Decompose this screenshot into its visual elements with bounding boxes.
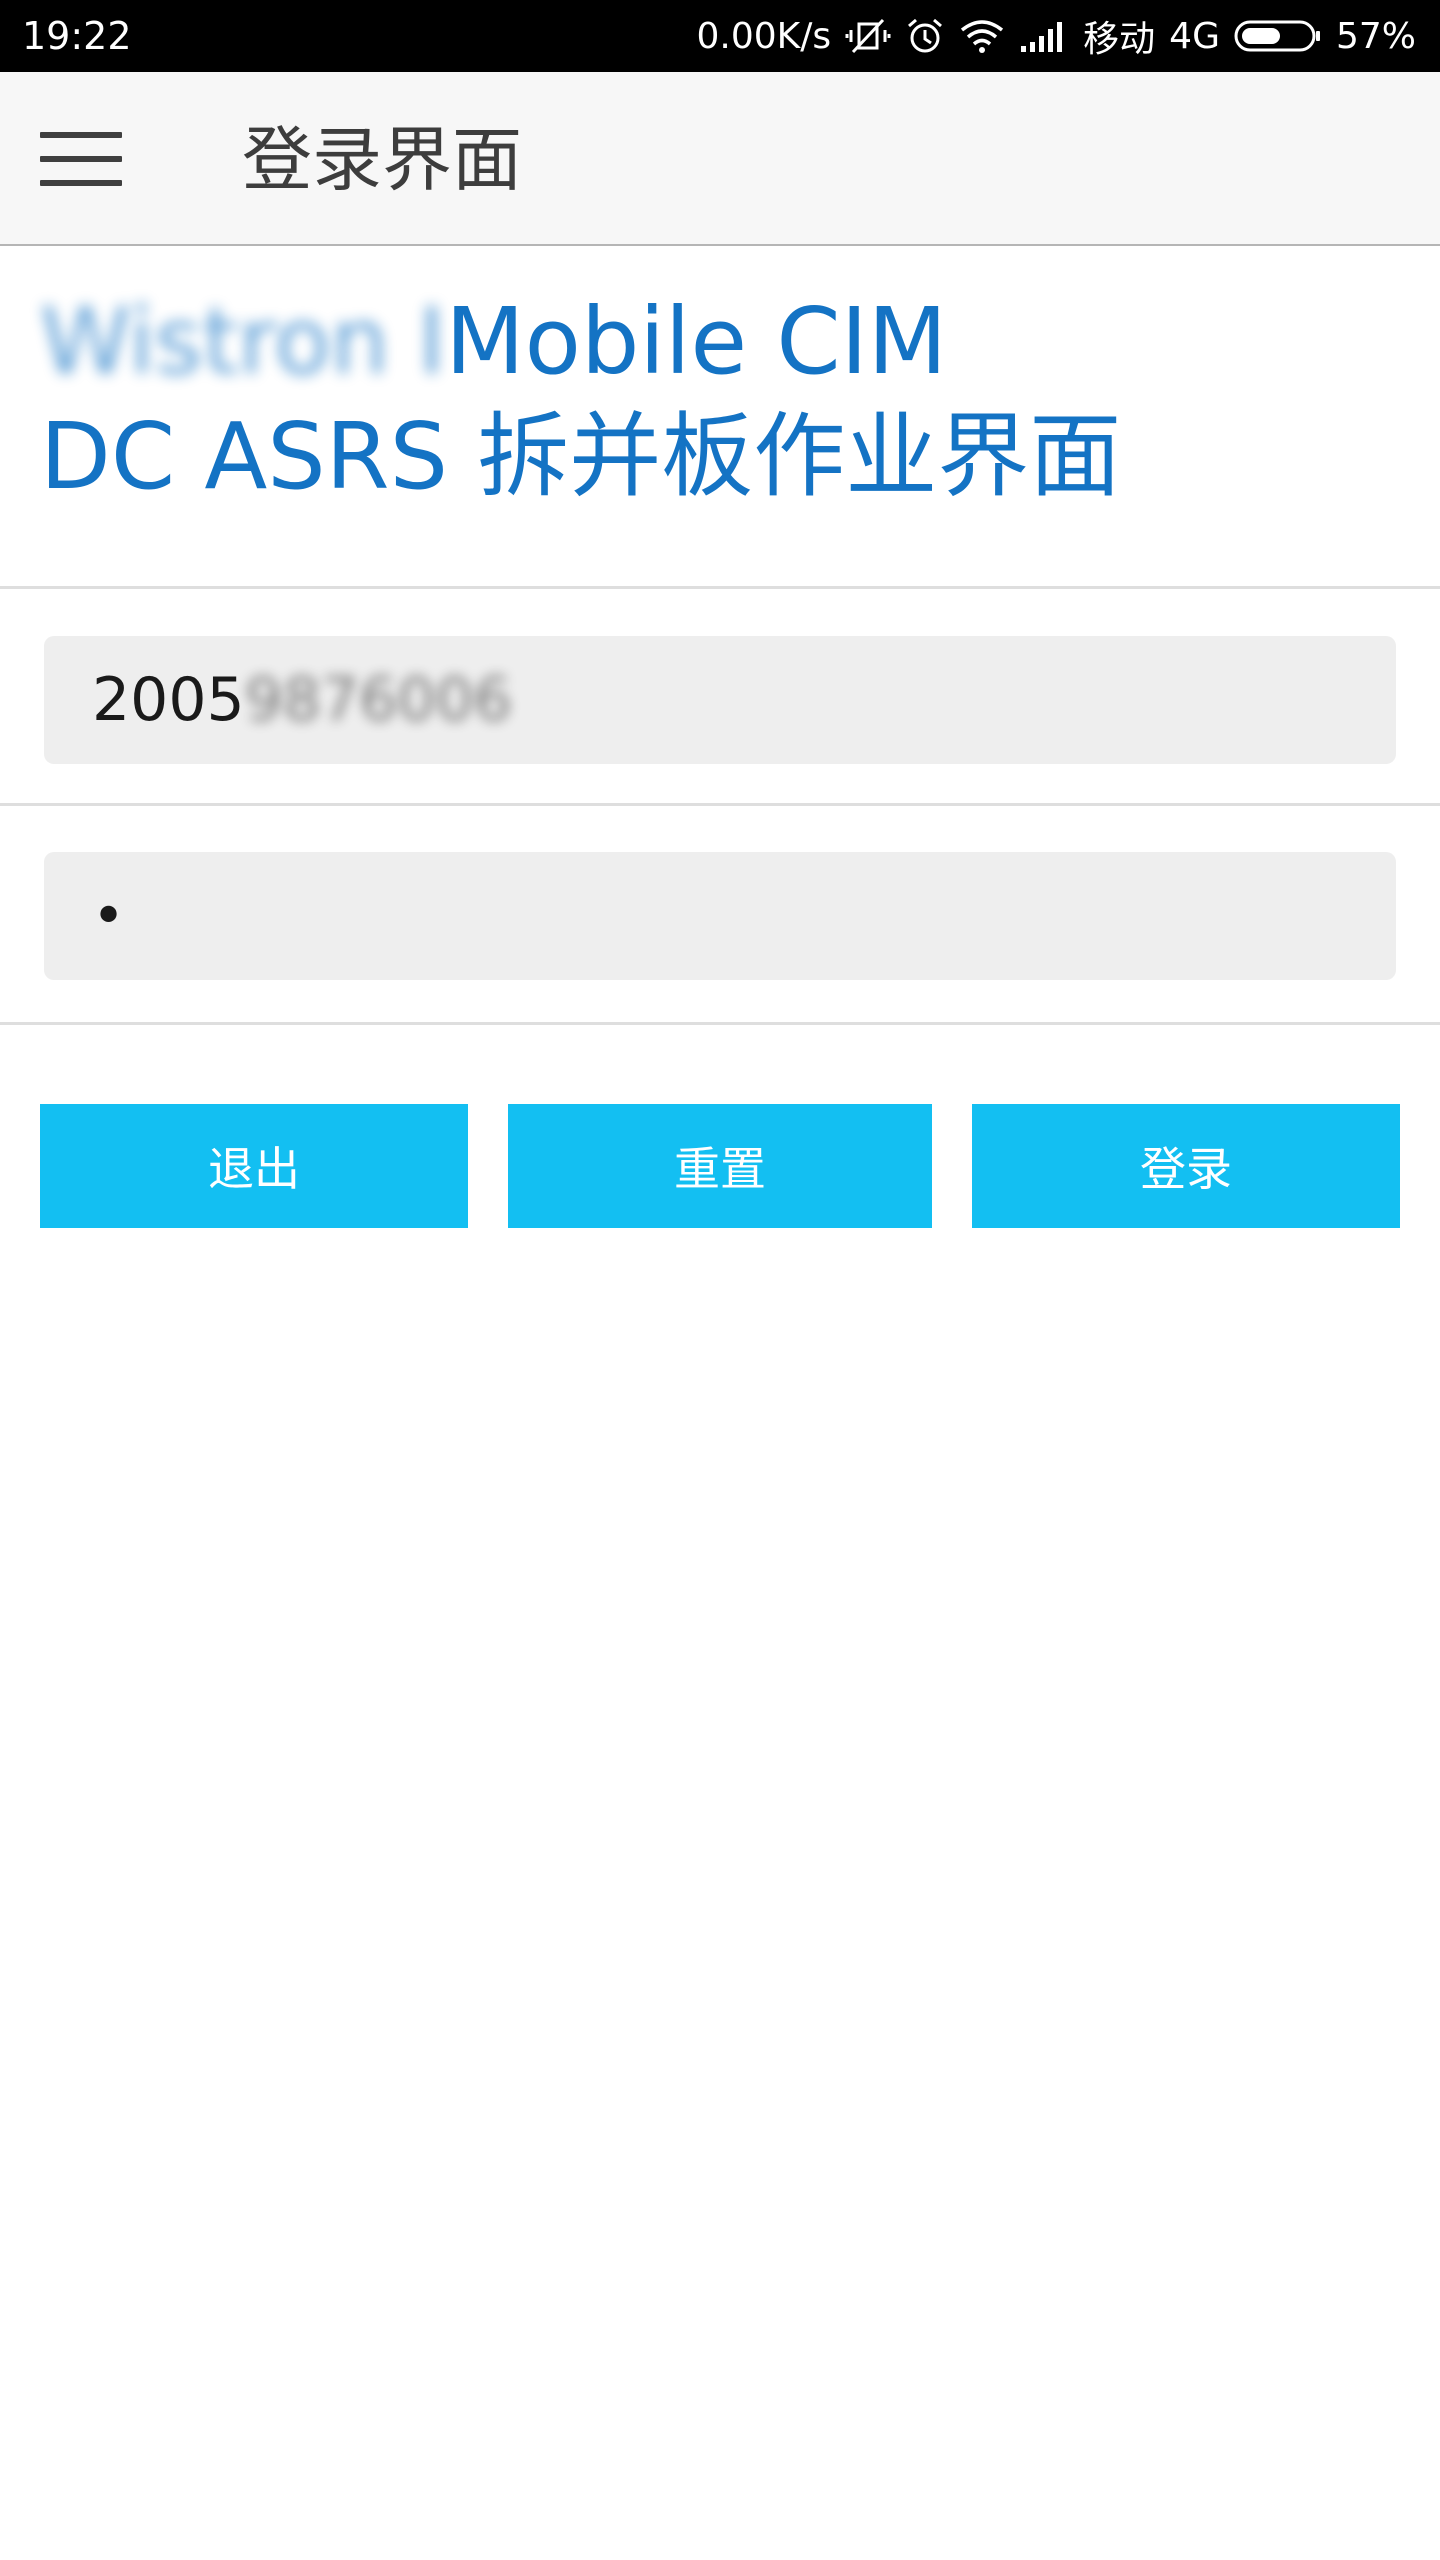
network-speed: 0.00K/s — [696, 15, 832, 57]
header-line-2: DC ASRS 拆并板作业界面 — [40, 403, 1122, 510]
wifi-icon — [959, 18, 1005, 54]
page-title: 登录界面 — [242, 119, 522, 201]
signal-icon — [1019, 18, 1069, 54]
status-icons: 0.00K/s 移动 4G 57% — [697, 10, 1417, 62]
divider — [0, 803, 1440, 806]
menu-icon-bar-bottom — [40, 180, 122, 186]
app-bar: 登录界面 — [0, 72, 1440, 246]
battery-percent: 57% — [1335, 15, 1416, 57]
header-product-name: Mobile CIM — [445, 288, 948, 395]
menu-icon-bar-middle — [40, 156, 122, 162]
password-value: • — [92, 883, 126, 949]
status-bar: 19:22 0.00K/s 移动 4G 57% — [0, 0, 1440, 72]
exit-button[interactable]: 退出 — [40, 1104, 468, 1228]
login-button[interactable]: 登录 — [972, 1104, 1400, 1228]
username-value: 2005 — [92, 665, 245, 735]
carrier-name: 移动 — [1083, 19, 1156, 60]
menu-icon[interactable] — [40, 132, 122, 186]
alarm-icon — [905, 16, 945, 56]
reset-button[interactable]: 重置 — [508, 1104, 932, 1228]
menu-icon-bar-top — [40, 132, 122, 138]
vibrate-off-icon — [845, 16, 891, 56]
app-header: Wistron IMobile CIM DC ASRS 拆并板作业界面 — [40, 282, 1420, 512]
divider — [0, 1022, 1440, 1025]
header-line-1: Wistron IMobile CIM — [40, 282, 1420, 402]
status-time: 19:22 — [22, 14, 132, 58]
header-company-blurred: Wistron I — [40, 288, 446, 395]
divider — [0, 586, 1440, 589]
username-field[interactable]: 2005 9876006 — [44, 636, 1396, 764]
username-value-blurred: 9876006 — [244, 665, 512, 735]
battery-icon — [1234, 18, 1322, 54]
network-type: 4G — [1169, 15, 1220, 57]
password-field[interactable]: • — [44, 852, 1396, 980]
